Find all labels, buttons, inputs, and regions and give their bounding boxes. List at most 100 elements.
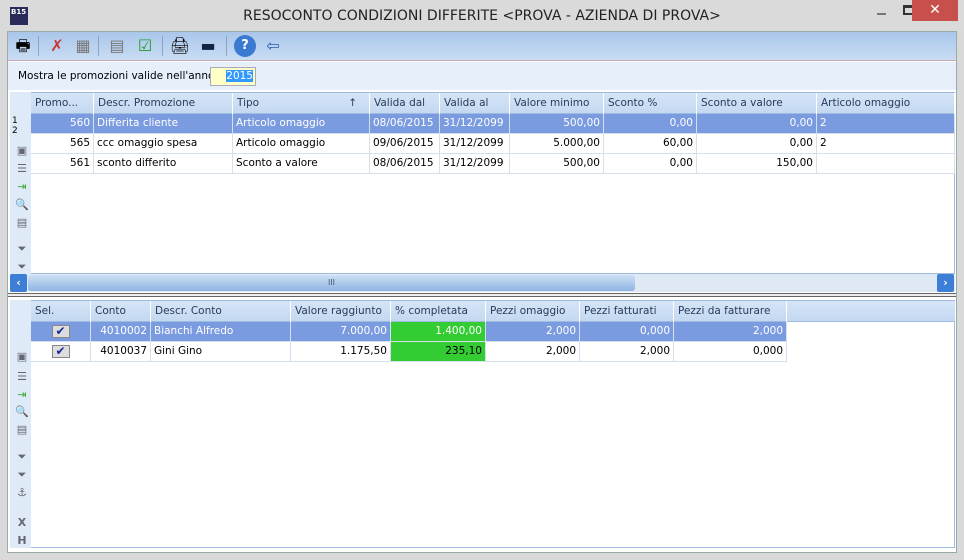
column-header[interactable]: Valida dal: [370, 93, 440, 114]
column-header-label: % completata: [395, 305, 468, 317]
column-header[interactable]: Conto: [91, 301, 151, 322]
table-cell: 500,00: [510, 114, 604, 134]
grid-side-toolbar: ▣ ☰ ⇥ 🔍 ▤ ⏷ ⏷ ⚓ X H: [10, 300, 31, 548]
minimize-button[interactable]: [870, 5, 892, 19]
table-cell: 0,00: [604, 154, 697, 174]
table-cell: 0,00: [697, 134, 817, 154]
column-header[interactable]: Promo...: [31, 93, 94, 114]
column-header[interactable]: Valida al: [440, 93, 510, 114]
table-row[interactable]: 560 Differita cliente Articolo omaggio 08/0…: [31, 114, 955, 134]
table-cell: [817, 154, 955, 174]
separator: [98, 36, 99, 56]
table-cell: 561: [31, 154, 94, 174]
exit-icon[interactable]: ⇦: [262, 35, 284, 57]
column-header[interactable]: Descr. Promozione: [94, 93, 233, 114]
column-header-label: Descr. Promozione: [98, 97, 196, 109]
table-cell: Articolo omaggio: [233, 114, 370, 134]
column-header[interactable]: Pezzi da fatturare: [674, 301, 787, 322]
list-icon[interactable]: ☰: [15, 162, 29, 176]
window-title: RESOCONTO CONDIZIONI DIFFERITE <PROVA - …: [243, 8, 721, 24]
table-cell: 0,00: [604, 114, 697, 134]
column-header[interactable]: Sel.: [31, 301, 91, 322]
column-header-label: Sconto a valore: [701, 97, 783, 109]
export-excel-icon[interactable]: X: [15, 516, 29, 530]
filter-icon[interactable]: ⏷: [15, 450, 29, 464]
table-cell: sconto differito: [94, 154, 233, 174]
search-icon[interactable]: 🔍: [15, 405, 29, 419]
table-cell: 2,000: [674, 322, 787, 342]
scroll-left-button[interactable]: ‹: [10, 274, 27, 292]
column-header-label: Valore raggiunto: [295, 305, 382, 317]
promotions-header: Promo... Descr. Promozione Tipo ↑ Valida dal…: [31, 93, 955, 114]
column-header[interactable]: Descr. Conto: [151, 301, 291, 322]
table-row[interactable]: 565 ccc omaggio spesa Articolo omaggio 09/0…: [31, 134, 955, 154]
close-button[interactable]: ✕: [912, 0, 958, 21]
column-header[interactable]: Valore raggiunto: [291, 301, 391, 322]
table-cell: 1.175,50: [291, 342, 391, 362]
export-icon[interactable]: ⇥: [15, 180, 29, 194]
table-cell: 150,00: [697, 154, 817, 174]
group-icon[interactable]: ▣: [15, 350, 29, 364]
filter-clear-icon[interactable]: ⏷: [15, 260, 29, 274]
anchor-icon[interactable]: ⚓: [15, 486, 29, 500]
table-cell: 09/06/2015: [370, 134, 440, 154]
export-html-icon[interactable]: H: [15, 534, 29, 548]
column-header-label: Tipo: [237, 97, 260, 109]
table-cell: 08/06/2015: [370, 154, 440, 174]
table-cell[interactable]: ✔: [31, 322, 91, 342]
column-header[interactable]: Tipo ↑: [233, 93, 370, 114]
table-row[interactable]: ✔ 4010002 Bianchi Alfredo 7.000,00 1.400,00 2…: [31, 322, 787, 342]
column-header[interactable]: Sconto a valore: [697, 93, 817, 114]
table-cell[interactable]: ✔: [31, 342, 91, 362]
table-cell: Gini Gino: [151, 342, 291, 362]
table-cell: 235,10: [391, 342, 486, 362]
table-cell: Bianchi Alfredo: [151, 322, 291, 342]
table-row[interactable]: ✔ 4010037 Gini Gino 1.175,50 235,10 2,000 2,00…: [31, 342, 787, 362]
scroll-right-button[interactable]: ›: [937, 274, 954, 292]
horizontal-scrollbar[interactable]: ‹ III ›: [10, 274, 955, 292]
help-icon[interactable]: ?: [234, 35, 256, 57]
column-header-label: Valida dal: [374, 97, 426, 109]
column-header-label: Conto: [95, 305, 126, 317]
columns-icon[interactable]: ▤: [15, 423, 29, 437]
year-input[interactable]: 2015: [210, 67, 256, 86]
checkbox-checked-icon[interactable]: ✔: [51, 325, 70, 338]
list-icon[interactable]: ☰: [15, 370, 29, 384]
column-header-label: Sel.: [35, 305, 55, 317]
column-header[interactable]: Articolo omaggio: [817, 93, 955, 114]
accounts-header: Sel. Conto Descr. Conto Valore raggiunto % c…: [31, 301, 955, 322]
group-icon[interactable]: ▣: [15, 144, 29, 158]
table-cell: 0,000: [674, 342, 787, 362]
scroll-thumb[interactable]: III: [28, 275, 635, 291]
checkbox-checked-icon[interactable]: ✔: [51, 345, 70, 358]
table-row[interactable]: 561 sconto differito Sconto a valore 08/06/…: [31, 154, 955, 174]
calculator-icon[interactable]: ▦: [72, 35, 94, 57]
export-icon[interactable]: ⇥: [15, 388, 29, 402]
monitor-icon[interactable]: ▬: [197, 35, 219, 57]
columns-icon[interactable]: ▤: [15, 216, 29, 230]
delete-icon[interactable]: ✗: [46, 35, 68, 57]
table-cell: 2,000: [486, 322, 580, 342]
table-cell: 560: [31, 114, 94, 134]
year-value: 2015: [226, 70, 253, 82]
table-cell: Sconto a valore: [233, 154, 370, 174]
filter-icon[interactable]: ⏷: [15, 242, 29, 256]
column-header[interactable]: Pezzi fatturati: [580, 301, 674, 322]
document-icon[interactable]: ▤: [106, 35, 128, 57]
table-cell: 4010002: [91, 322, 151, 342]
column-header[interactable]: Pezzi omaggio: [486, 301, 580, 322]
splitter[interactable]: [8, 293, 956, 297]
printer-icon[interactable]: 🖨: [169, 35, 191, 57]
column-header-label: Articolo omaggio: [821, 97, 911, 109]
checked-document-icon[interactable]: ☑: [134, 35, 156, 57]
column-header[interactable]: % completata: [391, 301, 486, 322]
table-cell: 500,00: [510, 154, 604, 174]
row-number: 1: [12, 116, 18, 126]
table-cell: 2,000: [580, 342, 674, 362]
column-header[interactable]: Valore minimo: [510, 93, 604, 114]
filter-clear-icon[interactable]: ⏷: [15, 468, 29, 482]
title-bar: B15 RESOCONTO CONDIZIONI DIFFERITE <PROV…: [0, 0, 964, 31]
search-icon[interactable]: 🔍: [15, 198, 29, 212]
column-header[interactable]: Sconto %: [604, 93, 697, 114]
print-preview-icon[interactable]: 🖶: [12, 35, 34, 57]
